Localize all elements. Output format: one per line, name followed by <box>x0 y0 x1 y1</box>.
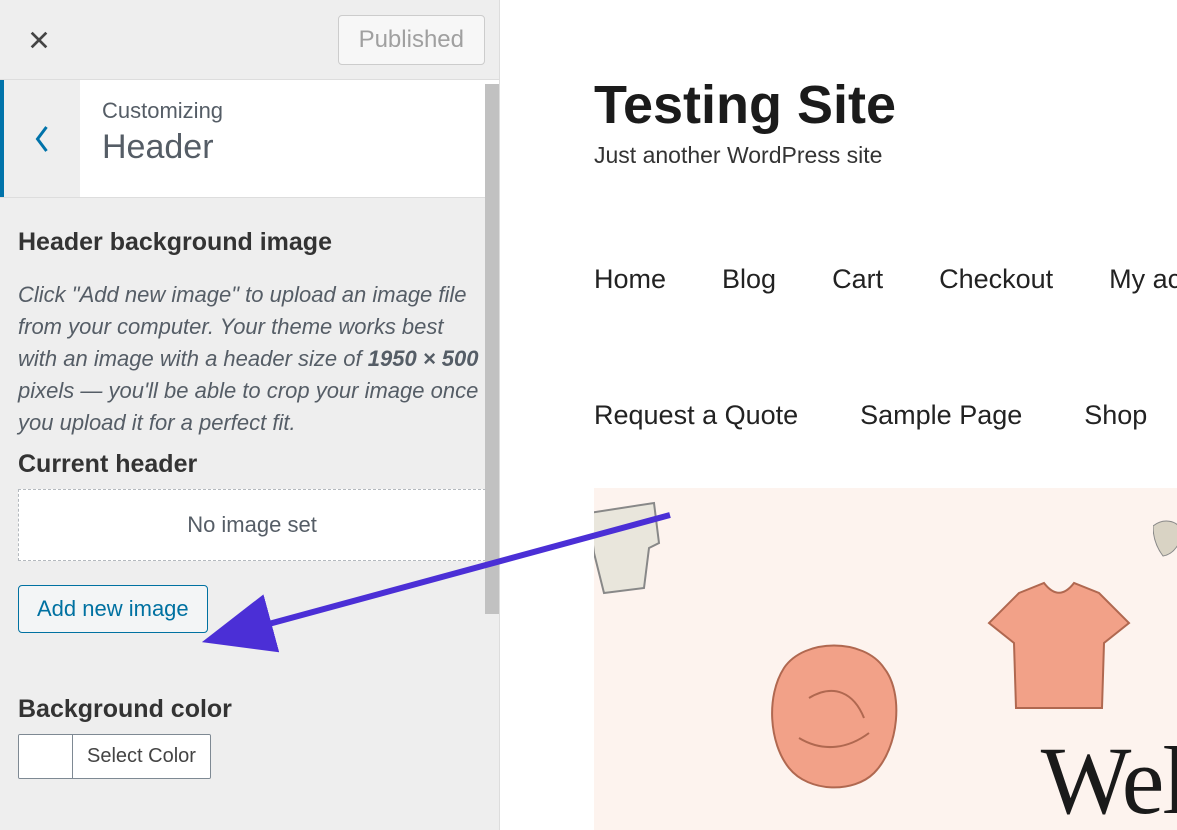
nav-item-quote[interactable]: Request a Quote <box>594 400 798 431</box>
panel-scrollbar[interactable] <box>485 84 499 614</box>
current-header-label: Current header <box>18 450 481 479</box>
select-color-button[interactable]: Select Color <box>73 735 210 778</box>
color-picker[interactable]: Select Color <box>18 734 211 779</box>
hero-graphic-hoodie <box>754 638 914 798</box>
hero-heading: Wel <box>1041 725 1177 830</box>
close-icon <box>28 29 50 51</box>
help-text-post: pixels — you'll be able to crop your ima… <box>18 378 478 435</box>
publish-status-button[interactable]: Published <box>338 15 485 65</box>
nav-item-account[interactable]: My ac <box>1109 264 1177 295</box>
back-button[interactable] <box>0 80 80 197</box>
customizer-panel: Published Customizing Header Header back… <box>0 0 500 830</box>
nav-item-checkout[interactable]: Checkout <box>939 264 1053 295</box>
hero-graphic-cloth <box>594 498 704 608</box>
site-title[interactable]: Testing Site <box>594 74 896 136</box>
background-color-label: Background color <box>18 695 481 724</box>
recommended-dimensions: 1950 × 500 <box>368 346 479 371</box>
hero-banner: Wel <box>594 488 1177 830</box>
chevron-left-icon <box>33 124 51 154</box>
section-title: Header <box>102 128 477 167</box>
close-button[interactable] <box>14 15 64 65</box>
panel-body: Header background image Click "Add new i… <box>0 198 499 783</box>
nav-item-home[interactable]: Home <box>594 264 666 295</box>
section-header: Customizing Header <box>0 80 499 198</box>
primary-nav-row-1: Home Blog Cart Checkout My ac <box>594 264 1177 295</box>
primary-nav-row-2: Request a Quote Sample Page Shop <box>594 400 1147 431</box>
site-tagline: Just another WordPress site <box>594 142 882 169</box>
site-preview: Testing Site Just another WordPress site… <box>520 0 1177 830</box>
add-new-image-button[interactable]: Add new image <box>18 585 208 633</box>
help-text: Click "Add new image" to upload an image… <box>18 279 481 438</box>
nav-item-sample[interactable]: Sample Page <box>860 400 1022 431</box>
hero-graphic-tshirt <box>984 578 1134 718</box>
no-image-placeholder: No image set <box>18 489 486 561</box>
nav-item-shop[interactable]: Shop <box>1084 400 1147 431</box>
section-title-block: Customizing Header <box>80 80 499 197</box>
nav-item-blog[interactable]: Blog <box>722 264 776 295</box>
hero-graphic-partial <box>1153 518 1177 558</box>
breadcrumb: Customizing <box>102 98 477 124</box>
nav-item-cart[interactable]: Cart <box>832 264 883 295</box>
color-swatch <box>19 735 73 778</box>
header-bg-image-label: Header background image <box>18 228 481 257</box>
panel-topbar: Published <box>0 0 499 80</box>
